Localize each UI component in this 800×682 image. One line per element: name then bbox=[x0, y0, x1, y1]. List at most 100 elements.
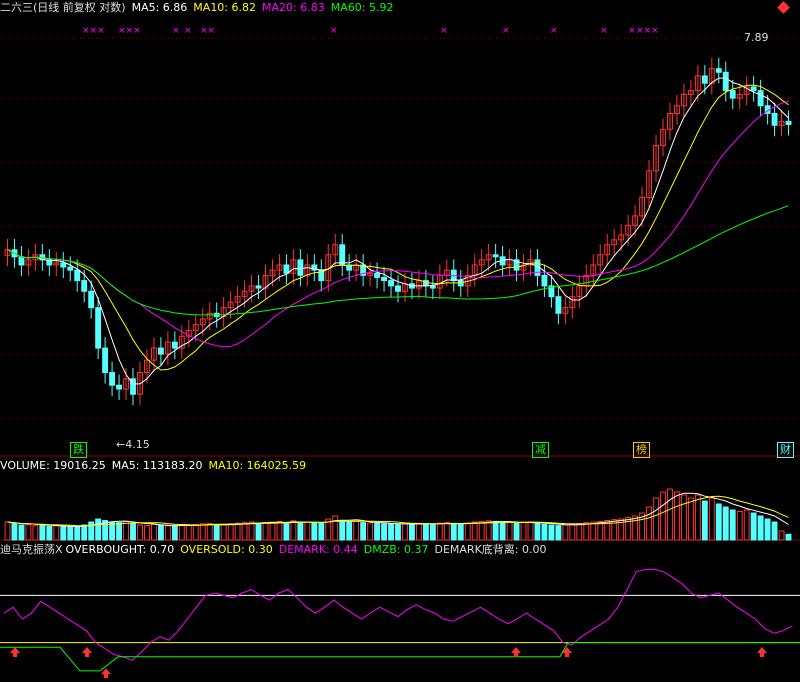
volume-bar bbox=[137, 524, 143, 541]
volume-bar bbox=[4, 521, 11, 541]
volume-bar bbox=[632, 515, 639, 541]
marker-glyph: × bbox=[440, 26, 448, 36]
candle-body bbox=[171, 341, 178, 349]
volume-bar bbox=[18, 524, 25, 541]
demark-readout: DEMARK: 0.44 bbox=[278, 543, 358, 556]
volume-bar bbox=[116, 522, 123, 541]
demark-line bbox=[3, 568, 793, 661]
volume-bar bbox=[171, 525, 178, 541]
volume-bar bbox=[192, 523, 199, 541]
event-tag-label: 减 bbox=[535, 443, 546, 456]
candle-body bbox=[715, 68, 722, 73]
volume-bar bbox=[150, 523, 157, 541]
ma10-line bbox=[7, 84, 789, 371]
volume-bar bbox=[485, 520, 492, 541]
candle-body bbox=[785, 120, 792, 125]
event-tag-reduce[interactable]: 减 bbox=[532, 442, 549, 458]
volume-bar bbox=[234, 522, 241, 541]
volume-bar bbox=[422, 523, 429, 541]
volume-bar bbox=[346, 521, 353, 541]
volume-bar bbox=[381, 523, 387, 541]
volume-bar bbox=[32, 525, 39, 541]
candle-body bbox=[88, 290, 95, 309]
indicator-name[interactable]: 迪马克振荡X bbox=[0, 543, 63, 556]
volume-bar bbox=[520, 522, 527, 541]
volume-bar bbox=[750, 512, 757, 541]
marker-glyph: × bbox=[628, 26, 636, 36]
volume-bar bbox=[81, 524, 88, 541]
up-arrow-icon bbox=[511, 646, 521, 657]
candle-body bbox=[18, 256, 25, 266]
volume-bar bbox=[499, 522, 506, 541]
indicator-lines bbox=[0, 568, 800, 679]
volume-bar bbox=[46, 526, 53, 541]
volume-bar bbox=[471, 521, 478, 541]
volume-bar bbox=[241, 522, 248, 541]
candle-body bbox=[750, 86, 757, 92]
volume-bar bbox=[429, 523, 436, 541]
volume-bar bbox=[757, 515, 764, 541]
volume-bar bbox=[562, 524, 569, 541]
volume-bar bbox=[67, 526, 74, 541]
event-tag-fall[interactable]: 跌 bbox=[70, 442, 87, 458]
volume-bar bbox=[534, 523, 541, 541]
volume-bar bbox=[443, 522, 450, 541]
volume-bar bbox=[74, 526, 81, 541]
volume-bar bbox=[297, 522, 304, 541]
marker-glyph: ××× bbox=[82, 26, 105, 36]
volume-bar bbox=[318, 523, 325, 541]
volume-bar bbox=[227, 523, 234, 541]
volume-bar bbox=[25, 523, 32, 541]
volume-bar bbox=[109, 521, 116, 541]
marker-glyph: × bbox=[600, 26, 608, 36]
volume-bar bbox=[436, 522, 443, 541]
volume-bar bbox=[729, 509, 736, 541]
volume-bar bbox=[304, 521, 311, 541]
chart-canvas[interactable]: ××× ××× × × ×× × × × × × × ××× bbox=[0, 0, 800, 682]
marker-glyph: × bbox=[550, 26, 558, 36]
volume-bar bbox=[311, 522, 318, 541]
low-price-label: 4.15 bbox=[125, 438, 150, 451]
volume-bars[interactable] bbox=[4, 488, 792, 541]
volume-bar bbox=[409, 523, 415, 541]
volume-bar bbox=[513, 522, 520, 541]
divergence-readout: DEMARK底背离: 0.00 bbox=[434, 543, 547, 556]
marker-glyph: ××× bbox=[636, 26, 659, 36]
candle-body bbox=[555, 296, 562, 314]
candle-body bbox=[395, 285, 401, 292]
volume-readout: VOLUME: 19016.25 bbox=[0, 459, 106, 472]
volume-ma10-readout: MA10: 164025.59 bbox=[208, 459, 307, 472]
candle-body bbox=[381, 276, 387, 282]
volume-bar bbox=[555, 525, 562, 541]
volume-bar bbox=[715, 503, 722, 541]
candle-body bbox=[771, 112, 778, 126]
candle-body bbox=[541, 274, 548, 287]
volume-bar bbox=[130, 523, 136, 541]
volume-bar bbox=[541, 523, 548, 541]
volume-bar bbox=[785, 533, 792, 541]
volume-bar bbox=[736, 511, 743, 541]
volume-bar bbox=[402, 523, 408, 541]
event-tag-ranking[interactable]: 榜 bbox=[633, 442, 650, 458]
volume-bar bbox=[478, 520, 485, 541]
candle-body bbox=[74, 269, 81, 282]
volume-bar bbox=[667, 488, 673, 541]
volume-bar bbox=[680, 494, 687, 541]
ma20-line bbox=[7, 100, 789, 348]
volume-bar bbox=[283, 522, 290, 541]
marker-glyph: × bbox=[184, 26, 192, 36]
up-arrow-icon bbox=[82, 646, 92, 657]
event-tag-financial[interactable]: 财 bbox=[777, 442, 794, 458]
volume-bar bbox=[576, 523, 583, 541]
volume-bar bbox=[360, 522, 367, 541]
candle-body bbox=[157, 347, 164, 355]
volume-bar bbox=[353, 520, 360, 541]
volume-bar bbox=[701, 500, 708, 541]
up-arrow-icon bbox=[562, 646, 572, 657]
volume-bar bbox=[722, 506, 729, 541]
candle-body bbox=[729, 90, 736, 99]
ma5-line bbox=[7, 77, 789, 385]
overbought-readout: OVERBOUGHT: 0.70 bbox=[65, 543, 175, 556]
left-arrow-icon: ← bbox=[116, 438, 126, 451]
volume-bar bbox=[11, 523, 18, 541]
